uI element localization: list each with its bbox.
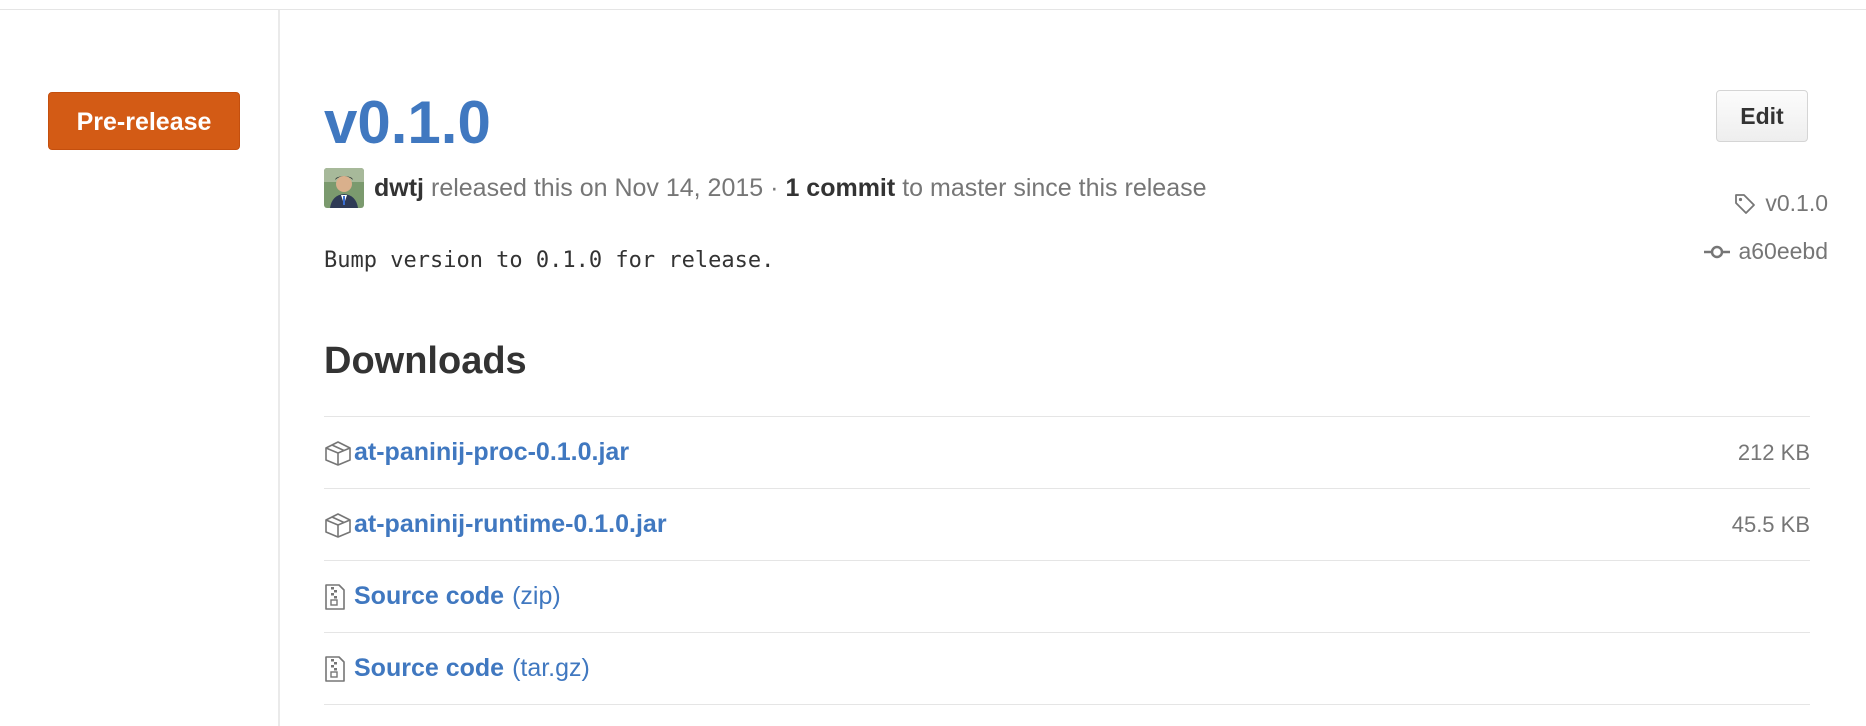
- download-size: 212 KB: [1737, 439, 1810, 465]
- release-commit-link[interactable]: a60eebd: [1704, 238, 1828, 265]
- download-row: at-paninij-proc-0.1.0.jar 212 KB: [324, 417, 1810, 489]
- download-row: at-paninij-runtime-0.1.0.jar 45.5 KB: [324, 489, 1810, 561]
- prerelease-badge: Pre-release: [48, 92, 240, 150]
- commits-since-link[interactable]: 1 commit: [785, 174, 895, 203]
- released-text: released this on Nov 14, 2015 ·: [431, 173, 779, 202]
- release-title[interactable]: v0.1.0: [324, 88, 491, 158]
- package-icon: [324, 510, 354, 540]
- download-row: Source code (tar.gz): [324, 633, 1810, 705]
- commit-sha: a60eebd: [1738, 238, 1828, 264]
- download-format: (tar.gz): [512, 654, 590, 682]
- package-icon: [324, 438, 354, 468]
- file-zip-icon: [324, 582, 354, 612]
- download-row: Source code (zip): [324, 561, 1810, 633]
- author-link[interactable]: dwtj: [374, 174, 424, 203]
- downloads-list: at-paninij-proc-0.1.0.jar 212 KB at-pani…: [324, 416, 1810, 705]
- download-format: (zip): [512, 582, 561, 610]
- file-zip-icon: [324, 654, 354, 684]
- download-link[interactable]: at-paninij-runtime-0.1.0.jar: [324, 510, 667, 540]
- download-name: Source code: [354, 582, 505, 610]
- release-tag-link[interactable]: v0.1.0: [1733, 190, 1828, 217]
- edit-button[interactable]: Edit: [1716, 90, 1808, 142]
- downloads-heading: Downloads: [324, 340, 527, 382]
- release-description: Bump version to 0.1.0 for release.: [324, 248, 775, 273]
- tag-label: v0.1.0: [1765, 190, 1828, 216]
- commit-icon: [1704, 244, 1731, 260]
- download-name: at-paninij-proc-0.1.0.jar: [354, 438, 630, 466]
- since-text: to master since this release: [902, 173, 1207, 202]
- avatar[interactable]: [324, 168, 364, 208]
- download-size: 45.5 KB: [1731, 511, 1810, 537]
- tag-icon: [1733, 192, 1757, 216]
- download-link[interactable]: at-paninij-proc-0.1.0.jar: [324, 438, 629, 468]
- release-byline: dwtj released this on Nov 14, 2015 · 1 c…: [324, 168, 1207, 208]
- download-link[interactable]: Source code (tar.gz): [324, 654, 590, 684]
- download-link[interactable]: Source code (zip): [324, 582, 561, 612]
- download-name: Source code: [354, 654, 505, 682]
- download-name: at-paninij-runtime-0.1.0.jar: [354, 510, 667, 538]
